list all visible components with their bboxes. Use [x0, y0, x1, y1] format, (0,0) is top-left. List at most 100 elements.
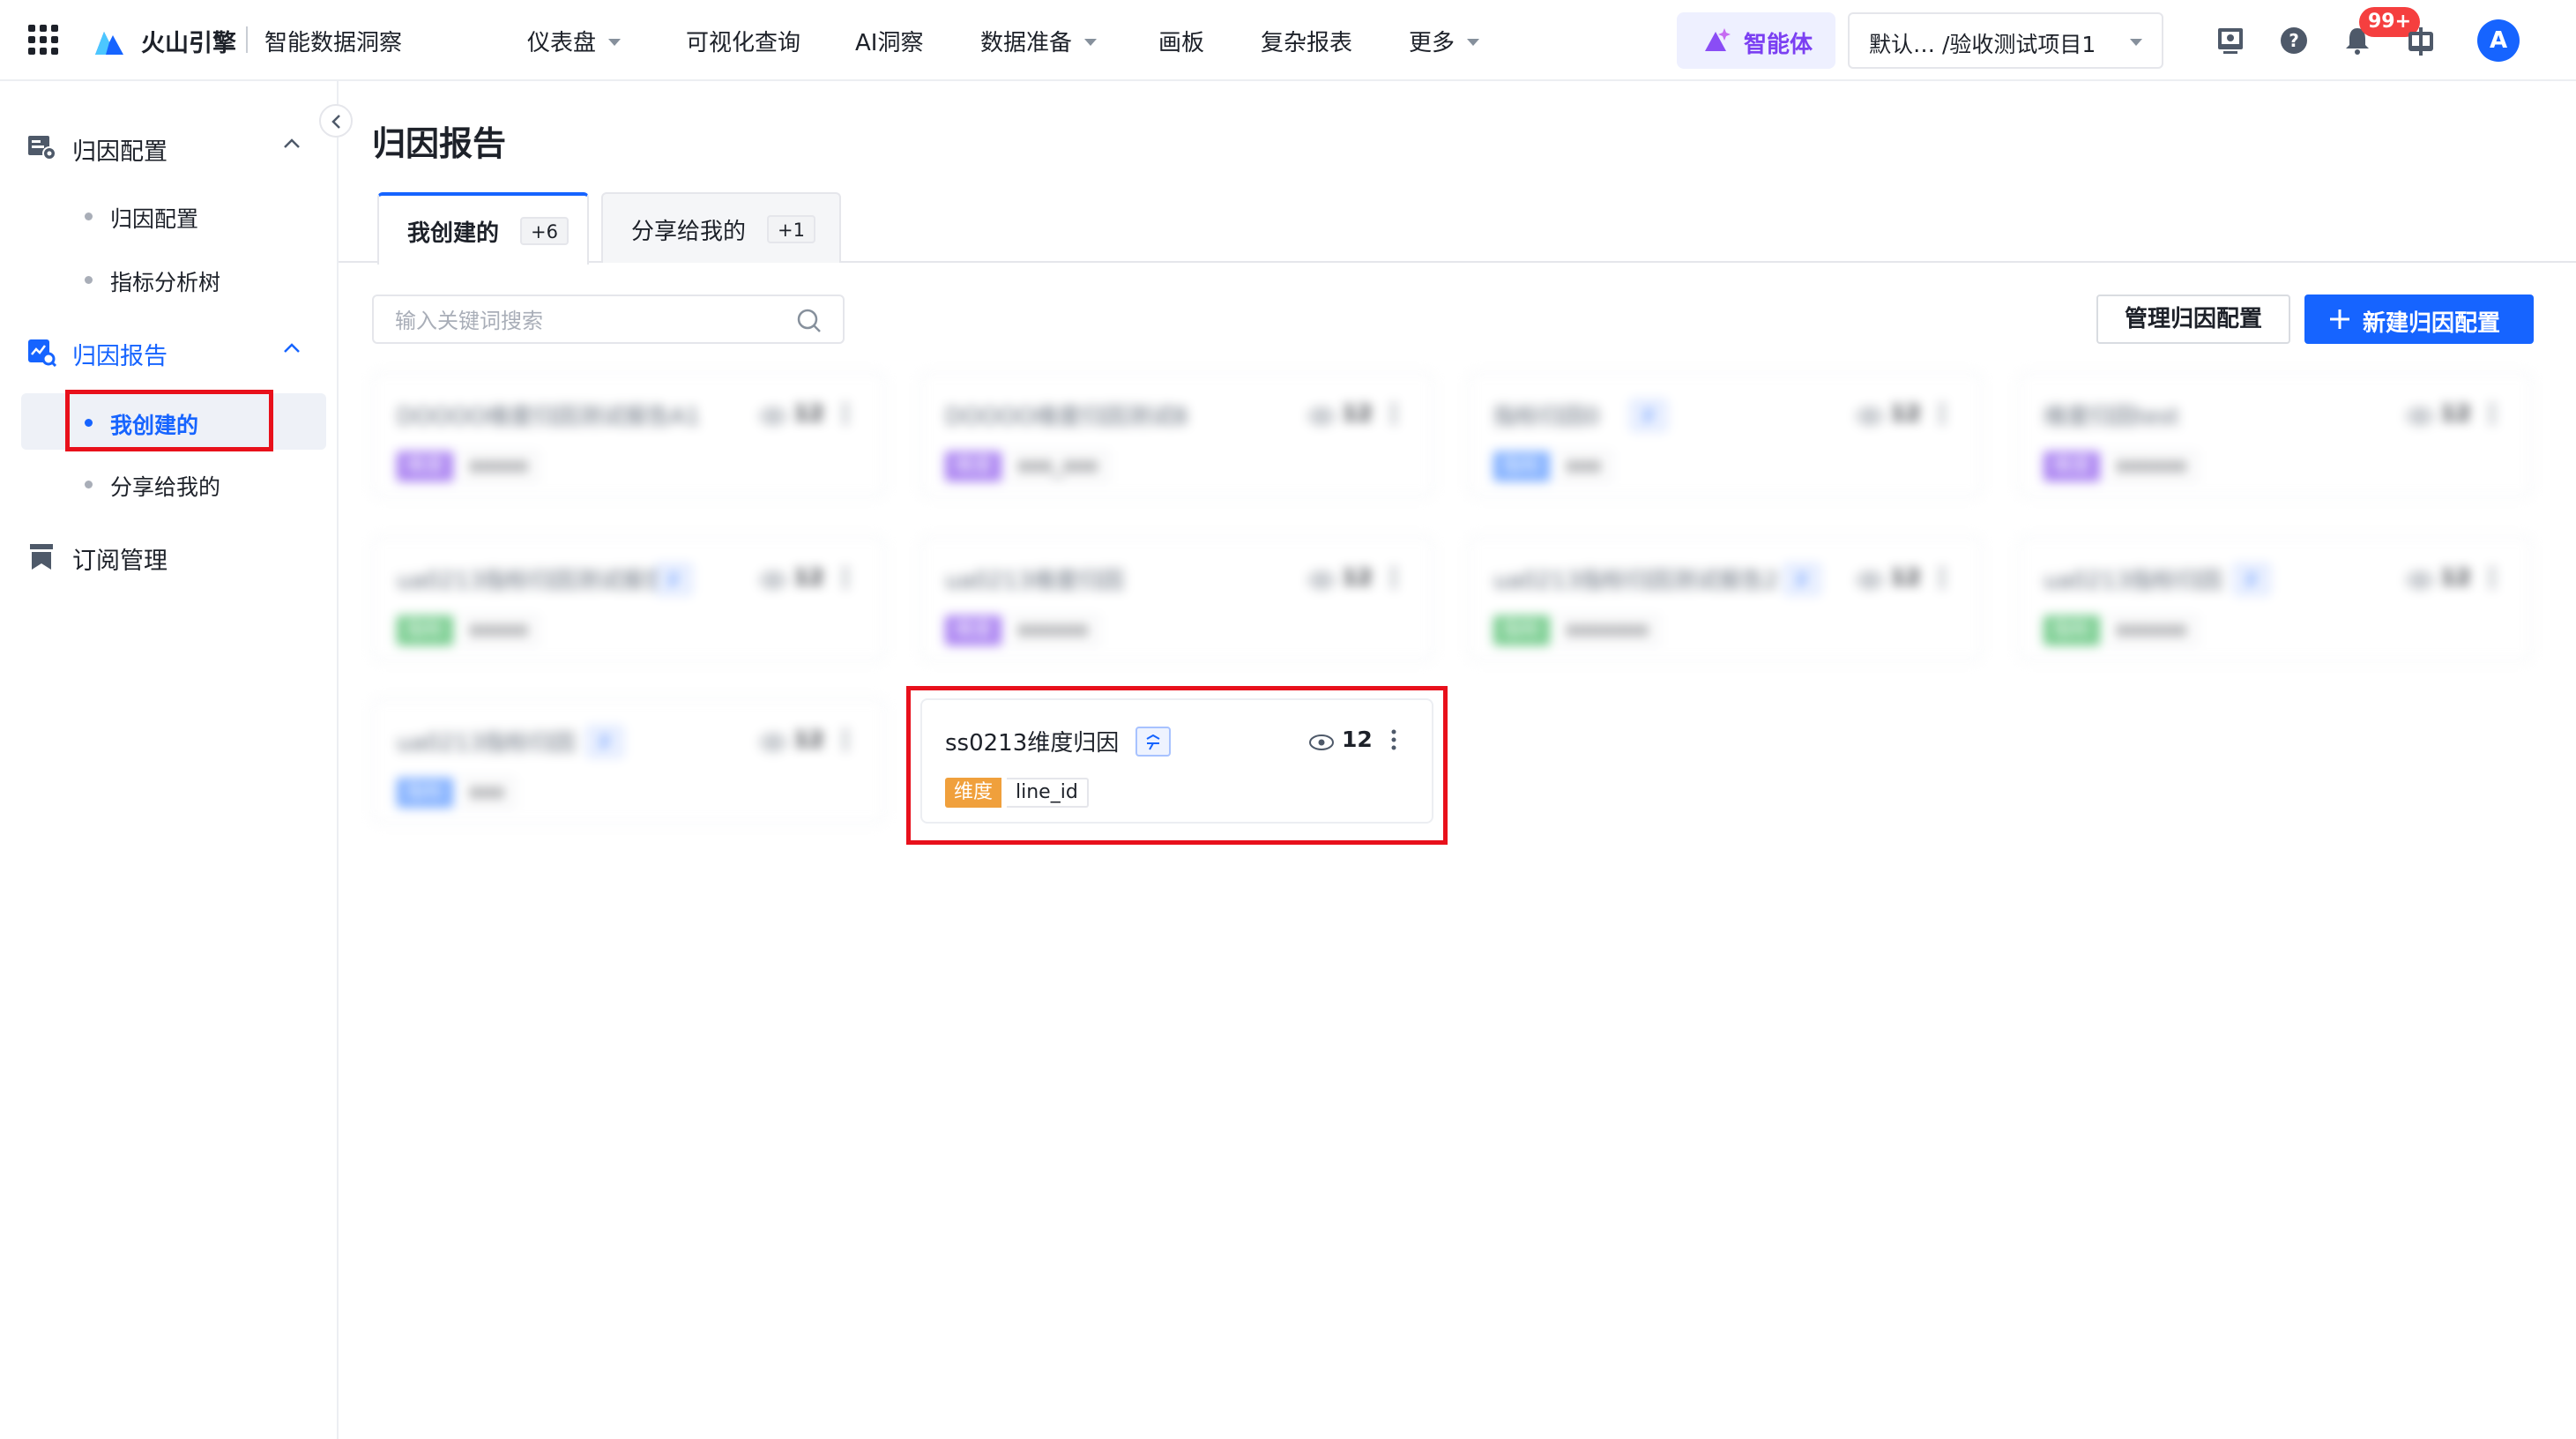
- screen-monitor-icon[interactable]: [2215, 25, 2246, 56]
- report-card[interactable]: ua0213指标归因测试报告2 12 指标 ooooooo: [1469, 536, 1982, 661]
- card-value: ooooo: [460, 615, 540, 645]
- view-count: 12: [2440, 400, 2471, 426]
- report-card[interactable]: DOOOO维度归因测试B 12 维度 ooo_ooo: [920, 372, 1433, 497]
- sidebar-collapse-button[interactable]: [319, 104, 353, 138]
- brand-divider: [246, 26, 248, 53]
- sidebar-item-shared-with-me[interactable]: 分享给我的: [0, 455, 339, 511]
- card-tag: 维度: [2044, 451, 2101, 481]
- more-vertical-icon[interactable]: [1938, 400, 1947, 427]
- share-icon: [2245, 572, 2259, 588]
- more-vertical-icon[interactable]: [2488, 400, 2497, 427]
- share-icon: [666, 572, 681, 588]
- more-vertical-icon[interactable]: [841, 564, 850, 591]
- tab-shared-with-me[interactable]: 分享给我的 +1: [601, 192, 841, 263]
- language-switch-icon[interactable]: [2405, 25, 2437, 56]
- nav-canvas[interactable]: 画板: [1158, 25, 1204, 57]
- sidebar-item-label: 我创建的: [110, 413, 199, 438]
- card-value: oooooo: [2107, 615, 2198, 645]
- card-value: ooo: [460, 778, 516, 808]
- nav-ai-insight[interactable]: AI洞察: [855, 25, 923, 57]
- eye-icon: [1309, 572, 1334, 588]
- card-value: ooooooo: [1557, 615, 1660, 645]
- card-title: ua0213维度归因: [945, 568, 1124, 594]
- apps-grid-icon[interactable]: [28, 25, 58, 55]
- card-title: ua0213指标归因: [2044, 568, 2222, 594]
- card-value: ooo_ooo: [1009, 451, 1109, 481]
- help-icon[interactable]: ?: [2278, 25, 2310, 56]
- report-card[interactable]: 指标归因0 12 指标 ooo: [1469, 372, 1982, 497]
- svg-text:?: ?: [2289, 30, 2299, 51]
- sidebar-section-subscription[interactable]: 订阅管理: [0, 529, 339, 582]
- search-input[interactable]: [393, 305, 785, 337]
- page-title: 归因报告: [372, 124, 507, 163]
- share-icon: [598, 734, 612, 750]
- sidebar-section-label: 归因报告: [72, 343, 168, 370]
- card-title: ua0213指标归因测试报告2: [1493, 568, 1779, 594]
- card-value: ooo: [1557, 451, 1612, 481]
- eye-icon: [2408, 408, 2432, 424]
- card-tag: 维度: [945, 451, 1002, 481]
- more-vertical-icon[interactable]: [1389, 564, 1398, 591]
- nav-data-prep[interactable]: 数据准备: [980, 25, 1098, 57]
- report-card[interactable]: ua0213指标归因测试报告 12 指标 ooooo: [372, 536, 885, 661]
- user-avatar[interactable]: A: [2477, 19, 2520, 62]
- new-attribution-config-button[interactable]: 新建归因配置: [2304, 295, 2534, 344]
- shared-badge: [587, 727, 622, 757]
- tab-label: 我创建的: [407, 220, 500, 247]
- report-card[interactable]: ua0213指标归因 12 指标 oooooo: [2019, 536, 2532, 661]
- card-title: ua0213指标归因测试报告: [397, 568, 667, 594]
- eye-icon: [1858, 408, 1882, 424]
- report-card[interactable]: ua0213维度归因 12 维度 oooooo: [920, 536, 1433, 661]
- card-tag: 指标: [1493, 615, 1551, 645]
- sidebar-section-label: 归因配置: [72, 138, 168, 166]
- report-card[interactable]: 维度归因test 12 维度 oooooo: [2019, 372, 2532, 497]
- sidebar-item-metric-tree[interactable]: 指标分析树: [0, 250, 339, 307]
- sidebar-section-attribution-config[interactable]: 归因配置: [0, 120, 339, 173]
- card-title: DOOOO维度归因测试B: [945, 404, 1188, 430]
- more-vertical-icon[interactable]: [2488, 564, 2497, 591]
- more-vertical-icon[interactable]: [1389, 400, 1398, 427]
- brand-name: 火山引擎: [141, 30, 236, 57]
- shared-badge[interactable]: [1135, 727, 1171, 757]
- more-vertical-icon[interactable]: [841, 400, 850, 427]
- more-vertical-icon[interactable]: [1389, 727, 1398, 753]
- agent-button[interactable]: 智能体: [1677, 12, 1835, 69]
- manage-attribution-config-button[interactable]: 管理归因配置: [2096, 295, 2290, 344]
- report-card[interactable]: ua0213指标归因 12 指标 ooo: [372, 698, 885, 824]
- card-value: oooooo: [1009, 615, 1099, 645]
- view-count: 12: [1342, 564, 1373, 590]
- chevron-up-icon: [284, 138, 300, 148]
- nav-dashboard[interactable]: 仪表盘: [527, 25, 622, 57]
- view-count: 12: [1342, 727, 1373, 752]
- tab-created-by-me[interactable]: 我创建的 +6: [377, 192, 589, 265]
- eye-icon: [2408, 572, 2432, 588]
- search-icon[interactable]: [795, 307, 823, 335]
- sidebar-item-attribution-config[interactable]: 归因配置: [0, 187, 339, 243]
- button-label: 新建归因配置: [2363, 310, 2501, 337]
- nav-visual-query[interactable]: 可视化查询: [686, 25, 800, 57]
- card-title: 指标归因0: [1493, 404, 1600, 430]
- nav-complex-report[interactable]: 复杂报表: [1261, 25, 1352, 57]
- view-count: 12: [793, 727, 824, 752]
- sidebar-item-label: 归因配置: [110, 206, 199, 232]
- report-card[interactable]: DOOOO维度归因测试报告A1 12 维度 ooooo: [372, 372, 885, 497]
- bookmark-icon: [30, 544, 53, 570]
- chevron-left-icon: [331, 115, 340, 129]
- eye-icon: [761, 572, 785, 588]
- sidebar-item-created-by-me[interactable]: 我创建的: [21, 393, 326, 450]
- sidebar-section-attribution-report[interactable]: 归因报告: [0, 324, 339, 377]
- shared-badge: [2234, 564, 2269, 594]
- eye-icon: [761, 408, 785, 424]
- view-count: 12: [1890, 400, 1921, 426]
- eye-icon: [1309, 734, 1334, 750]
- project-name: 默认… /验收测试项目1: [1869, 32, 2096, 57]
- project-select[interactable]: 默认… /验收测试项目1: [1848, 12, 2163, 69]
- more-vertical-icon[interactable]: [841, 727, 850, 753]
- report-card-ss0213[interactable]: ss0213维度归因 12 维度 line_id: [920, 698, 1433, 824]
- card-title: 维度归因test: [2044, 404, 2179, 430]
- nav-more[interactable]: 更多: [1409, 25, 1480, 57]
- caret-down-icon: [2130, 39, 2142, 46]
- share-icon: [1642, 408, 1656, 424]
- more-vertical-icon[interactable]: [1938, 564, 1947, 591]
- bullet-dot: [85, 276, 93, 284]
